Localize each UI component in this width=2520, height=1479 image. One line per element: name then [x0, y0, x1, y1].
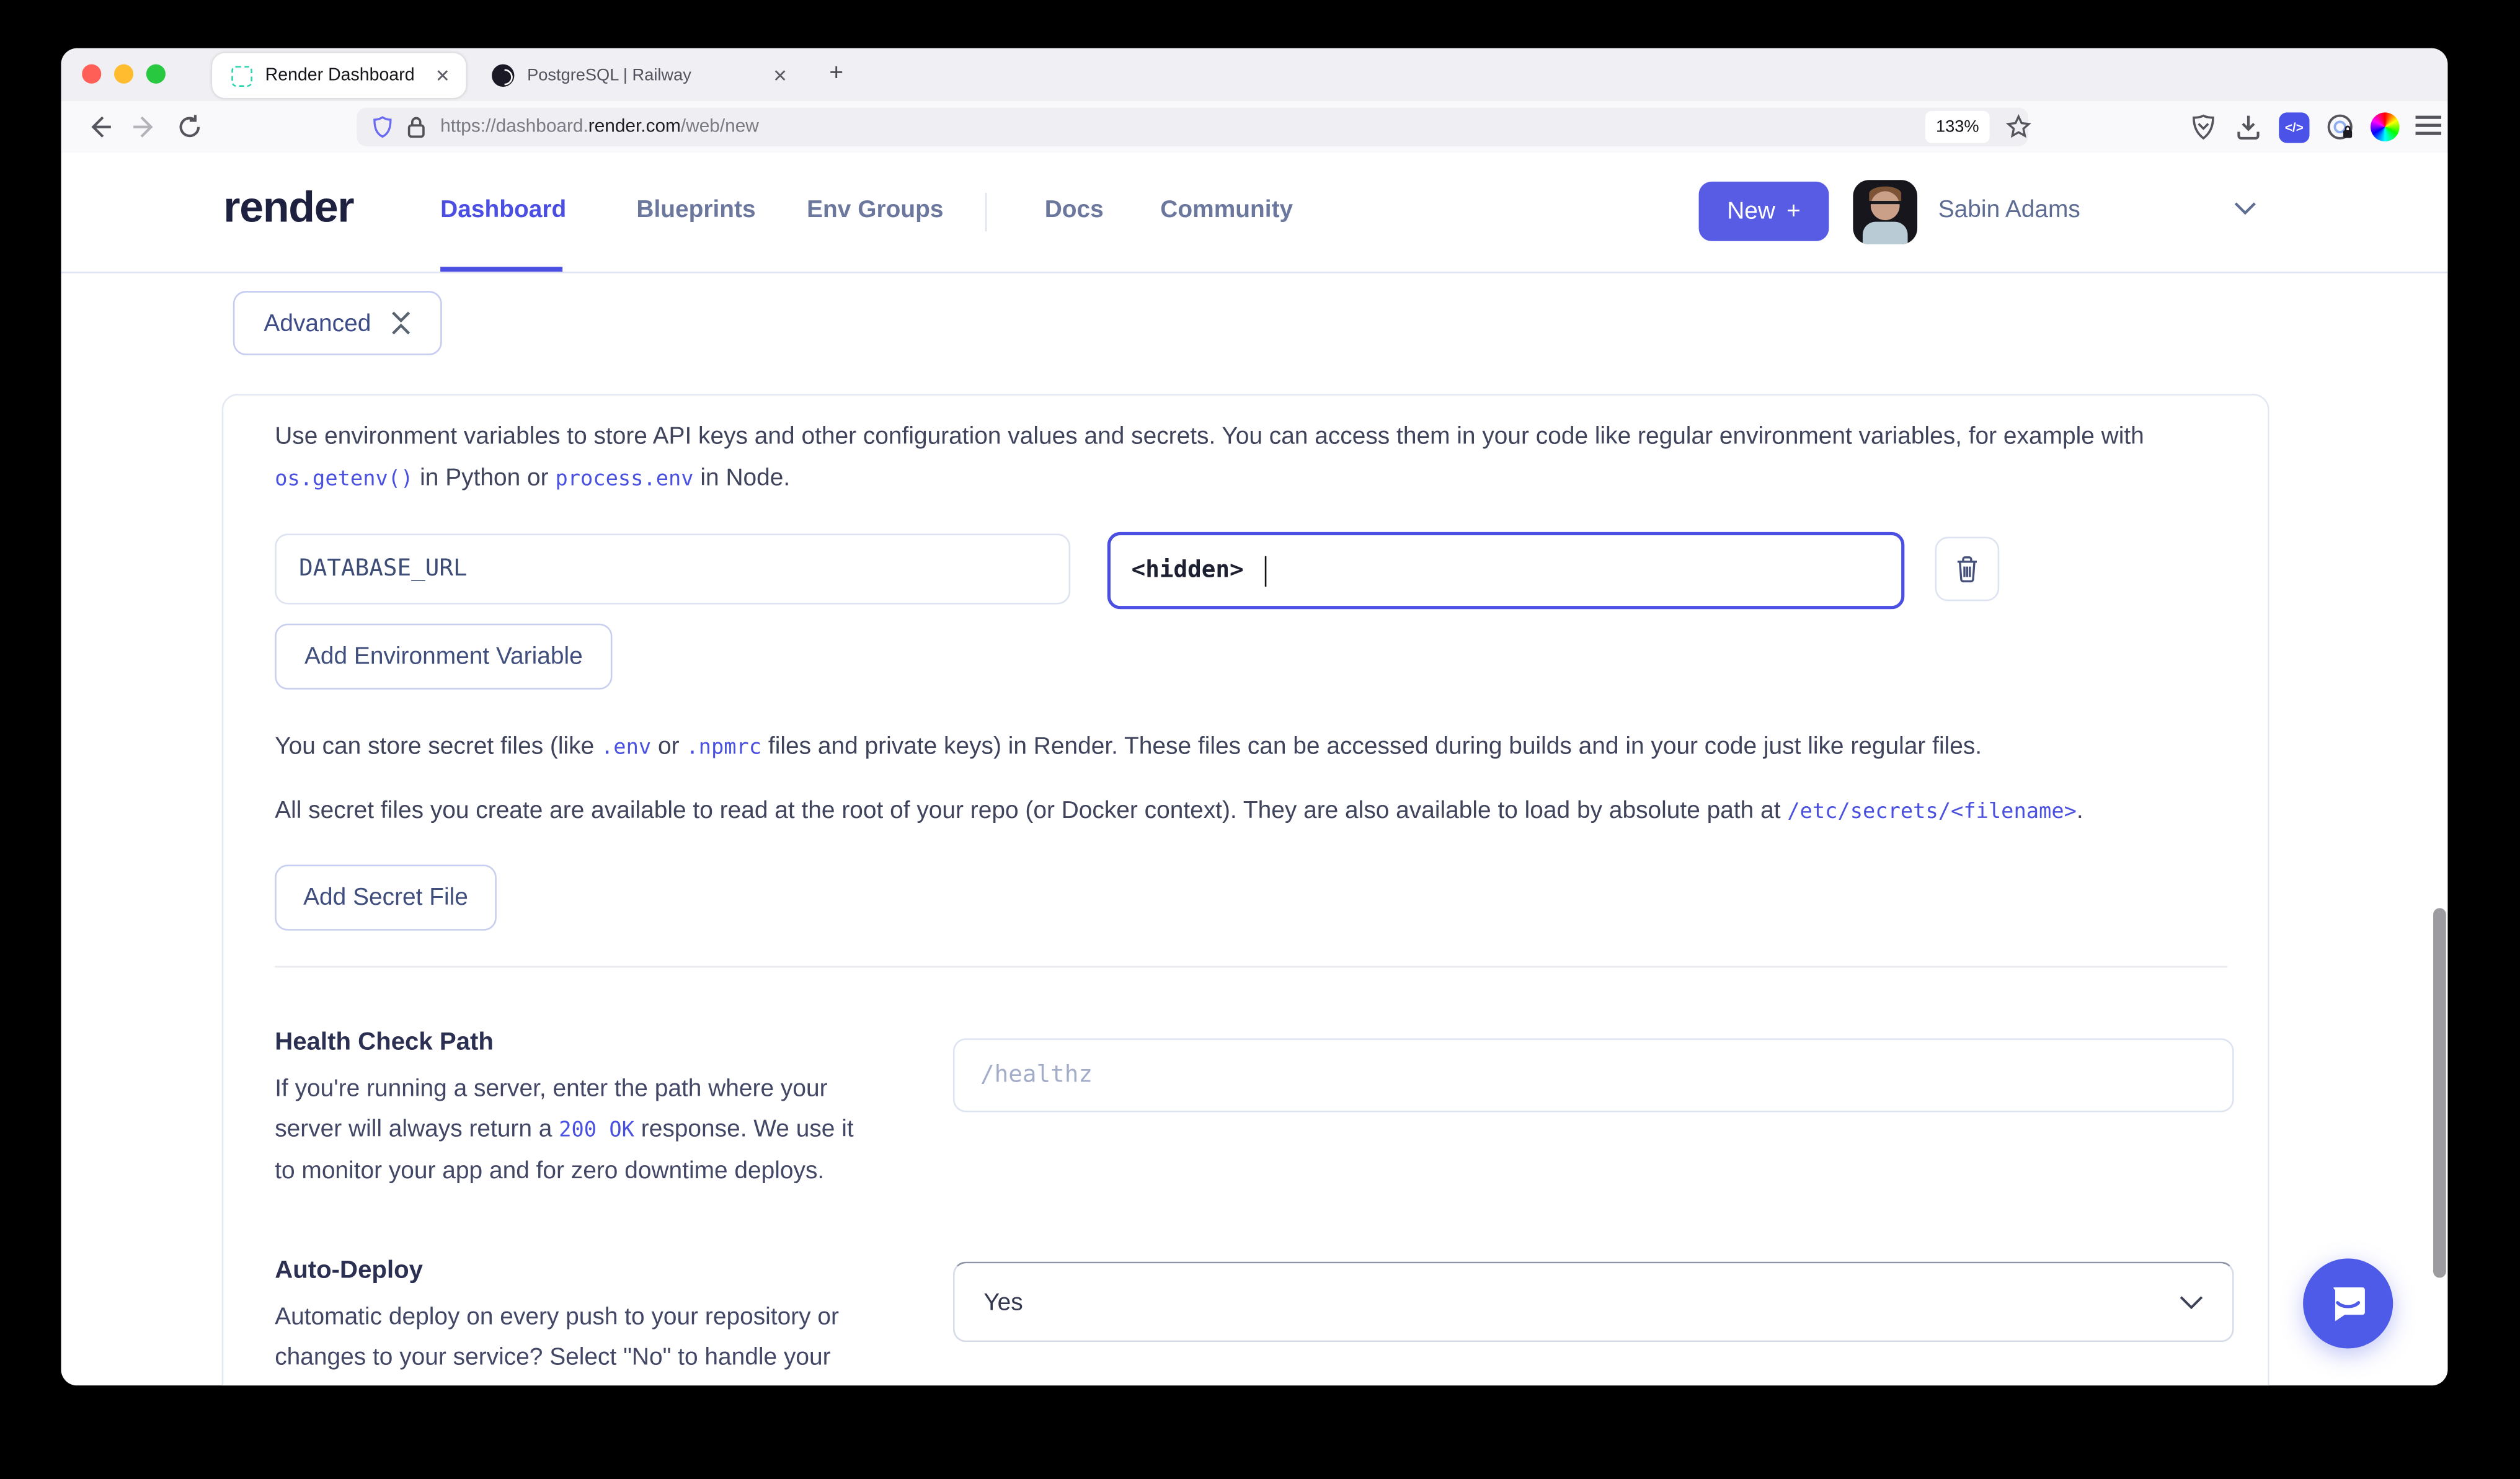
forward-icon[interactable]: [130, 112, 159, 141]
env-var-key-input[interactable]: DATABASE_URL: [275, 533, 1070, 604]
chevron-down-icon[interactable]: [2234, 201, 2256, 215]
nav-docs[interactable]: Docs: [1045, 196, 1104, 223]
render-favicon-icon: [231, 65, 252, 86]
url-text: https://dashboard.render.com/web/new: [440, 117, 759, 136]
nav-env-groups[interactable]: Env Groups: [807, 196, 943, 223]
auto-deploy-label: Auto-Deploy: [275, 1257, 423, 1286]
code-extension-icon[interactable]: </>: [2279, 112, 2309, 142]
trash-icon: [1954, 554, 1980, 584]
new-tab-button[interactable]: +: [829, 61, 843, 86]
health-check-label: Health Check Path: [275, 1029, 494, 1058]
zoom-level-badge[interactable]: 133%: [1925, 111, 1990, 143]
downloads-icon[interactable]: [2234, 112, 2263, 141]
add-secret-file-button[interactable]: Add Secret File: [275, 864, 497, 930]
colorpicker-extension-icon[interactable]: [2371, 112, 2400, 141]
auto-deploy-select[interactable]: Yes: [953, 1262, 2234, 1343]
minimize-window-button[interactable]: [114, 64, 133, 84]
health-check-path-input[interactable]: /healthz: [953, 1038, 2234, 1112]
section-divider: [275, 966, 2227, 968]
password-manager-icon[interactable]: [2325, 112, 2354, 141]
avatar[interactable]: [1853, 180, 1917, 244]
lock-icon[interactable]: [407, 116, 426, 138]
shield-icon[interactable]: [371, 116, 394, 138]
plus-icon: +: [1786, 198, 1801, 225]
active-nav-underline: [440, 267, 562, 272]
pocket-icon[interactable]: [2189, 112, 2218, 141]
tab-postgresql-railway[interactable]: PostgreSQL | Railway ✕: [482, 53, 804, 99]
collapse-icon: [390, 310, 411, 335]
add-environment-variable-button[interactable]: Add Environment Variable: [275, 624, 612, 690]
tab-close-icon[interactable]: ✕: [773, 65, 788, 86]
health-check-description: If you're running a server, enter the pa…: [275, 1069, 856, 1191]
browser-window: Render Dashboard ✕ PostgreSQL | Railway …: [61, 48, 2447, 1385]
delete-env-var-button[interactable]: [1935, 537, 2000, 602]
railway-favicon-icon: [492, 64, 514, 87]
user-name: Sabin Adams: [1938, 196, 2080, 223]
chevron-down-icon: [2180, 1295, 2204, 1309]
render-dashboard-page: render Dashboard Blueprints Env Groups D…: [61, 153, 2447, 1385]
back-icon[interactable]: [85, 112, 114, 141]
advanced-chip[interactable]: Advanced: [233, 291, 442, 355]
url-bar[interactable]: https://dashboard.render.com/web/new 133…: [357, 108, 2028, 146]
browser-toolbar: https://dashboard.render.com/web/new 133…: [61, 101, 2447, 154]
close-window-button[interactable]: [82, 64, 101, 84]
text-cursor: [1264, 555, 1267, 585]
new-button[interactable]: New+: [1699, 182, 1829, 241]
nav-blueprints[interactable]: Blueprints: [636, 196, 755, 223]
bookmark-star-icon[interactable]: [2006, 114, 2031, 140]
render-logo[interactable]: render: [223, 183, 353, 233]
menu-hamburger-icon[interactable]: [2416, 116, 2441, 119]
env-vars-description: Use environment variables to store API k…: [275, 416, 2229, 458]
nav-dashboard[interactable]: Dashboard: [440, 196, 566, 223]
secret-files-path-description: All secret files you create are availabl…: [275, 791, 2229, 834]
chat-widget-button[interactable]: [2303, 1258, 2393, 1348]
tab-render-dashboard[interactable]: Render Dashboard ✕: [212, 53, 466, 99]
auto-deploy-description: Automatic deploy on every push to your r…: [275, 1297, 856, 1378]
maximize-window-button[interactable]: [146, 64, 166, 84]
reload-icon[interactable]: [175, 112, 205, 141]
scrollbar-thumb[interactable]: [2433, 908, 2446, 1277]
secret-files-description: You can store secret files (like .env or…: [275, 727, 2229, 770]
tab-title: PostgreSQL | Railway: [527, 66, 773, 85]
tab-close-icon[interactable]: ✕: [435, 65, 450, 86]
advanced-settings-card: Use environment variables to store API k…: [222, 394, 2269, 1385]
env-vars-description-line2: os.getenv() in Python or process.env in …: [275, 458, 2229, 502]
tab-bar: Render Dashboard ✕ PostgreSQL | Railway …: [61, 48, 2447, 102]
env-var-value-input[interactable]: <hidden>: [1107, 532, 1905, 609]
site-header: render Dashboard Blueprints Env Groups D…: [61, 153, 2447, 273]
nav-divider: [985, 193, 987, 231]
chat-bubble-icon: [2327, 1282, 2369, 1324]
tab-title: Render Dashboard: [265, 66, 435, 85]
nav-community[interactable]: Community: [1160, 196, 1293, 223]
